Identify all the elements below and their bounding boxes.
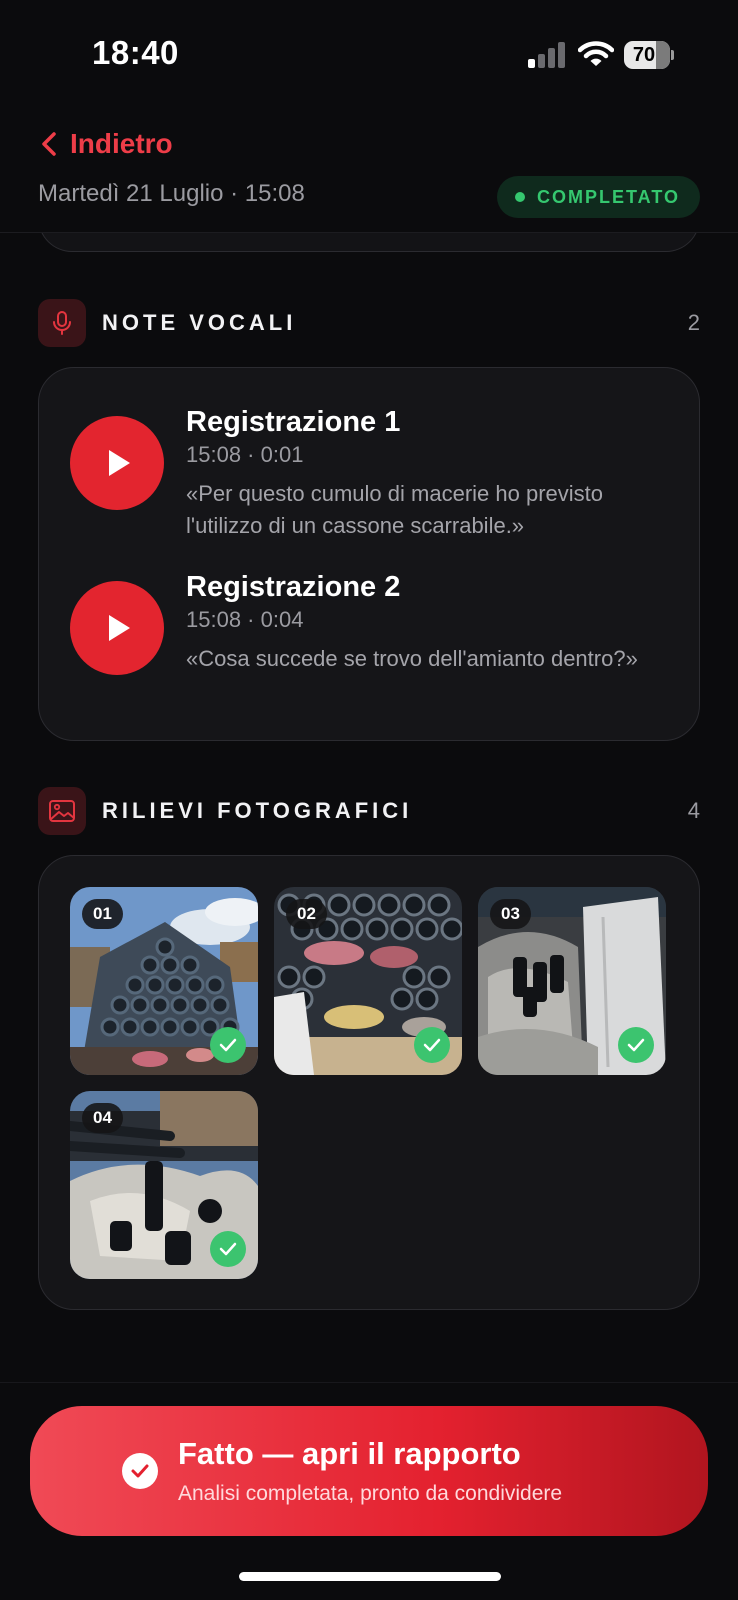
photo-thumbnail[interactable]: 02 [274, 887, 462, 1075]
play-icon [109, 450, 130, 476]
section-title: RILIEVI FOTOGRAFICI [102, 798, 413, 823]
screen: 18:40 70 Indietro Martedì 21 Luglio · 15… [0, 0, 738, 1600]
photo-number: 04 [82, 1103, 123, 1133]
voice-notes-header: NOTE VOCALI 2 [38, 299, 700, 347]
voice-note-transcript: «Per questo cumulo di macerie ho previst… [186, 481, 603, 538]
status-badge-label: COMPLETATO [537, 186, 680, 207]
voice-note-title: Registrazione 1 [186, 406, 401, 438]
check-icon [618, 1027, 654, 1063]
photo-number: 02 [286, 899, 327, 929]
report-date: Martedì 21 Luglio · 15:08 [38, 180, 305, 207]
check-icon [414, 1027, 450, 1063]
status-bar: 18:40 70 [0, 0, 738, 110]
chevron-left-icon [42, 132, 56, 156]
image-icon [38, 787, 86, 835]
cta-subtitle: Analisi completata, pronto da condivider… [178, 1482, 563, 1505]
cta-title: Fatto — apri il rapporto [178, 1436, 521, 1471]
back-label: Indietro [70, 128, 173, 159]
section-count: 2 [687, 310, 700, 335]
voice-note-meta: 15:08 · 0:01 [186, 442, 304, 467]
photo-thumbnail[interactable]: 01 [70, 887, 258, 1075]
check-icon [210, 1027, 246, 1063]
bottom-divider [0, 1382, 738, 1383]
section-title: NOTE VOCALI [102, 310, 297, 335]
photo-number: 01 [82, 899, 123, 929]
status-time: 18:40 [92, 34, 179, 71]
play-button[interactable] [70, 416, 164, 510]
voice-note-title: Registrazione 2 [186, 571, 401, 603]
check-icon [210, 1231, 246, 1267]
cellular-signal-icon [528, 42, 565, 68]
header: Indietro Martedì 21 Luglio · 15:08 COMPL… [0, 110, 738, 233]
battery-icon: 70 [624, 41, 674, 69]
section-count: 4 [687, 798, 700, 823]
voice-notes-card: Registrazione 1 15:08 · 0:01 «Per questo… [38, 367, 700, 741]
photo-thumbnail[interactable]: 04 [70, 1091, 258, 1279]
home-indicator[interactable] [239, 1572, 501, 1581]
play-icon [109, 615, 130, 641]
status-badge: COMPLETATO [497, 176, 700, 218]
open-report-button[interactable]: Fatto — apri il rapporto Analisi complet… [30, 1406, 708, 1536]
play-button[interactable] [70, 581, 164, 675]
status-dot-icon [515, 192, 525, 202]
check-circle-icon [122, 1453, 158, 1489]
battery-level: 70 [632, 44, 656, 66]
photo-thumbnail[interactable]: 03 [478, 887, 666, 1075]
microphone-icon [38, 299, 86, 347]
wifi-icon [578, 41, 614, 66]
back-button[interactable]: Indietro [40, 124, 173, 164]
voice-note-meta: 15:08 · 0:04 [186, 607, 304, 632]
photos-header: RILIEVI FOTOGRAFICI 4 [38, 787, 700, 835]
voice-note-transcript: «Cosa succede se trovo dell'amianto dent… [186, 646, 638, 671]
photo-number: 03 [490, 899, 531, 929]
photos-card: 01 02 03 04 [38, 855, 700, 1310]
